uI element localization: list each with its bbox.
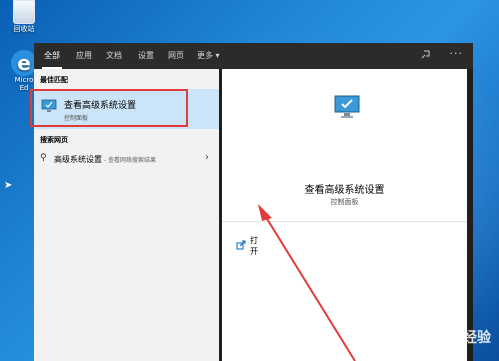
monitor-check-icon-large: [334, 95, 360, 123]
recycle-bin-icon: [13, 0, 35, 24]
web-result-text: 高级系统设置: [54, 155, 102, 164]
tab-settings[interactable]: 设置: [138, 43, 154, 69]
tab-documents[interactable]: 文档: [106, 43, 122, 69]
preview-pane: 查看高级系统设置 控制面板 打开: [222, 69, 467, 361]
tab-more[interactable]: 更多 ▾: [197, 43, 220, 69]
web-search-result[interactable]: ⚲ 高级系统设置 - 查看网络搜索结果 ›: [34, 147, 219, 171]
chevron-right-icon[interactable]: ›: [205, 152, 209, 163]
web-result-hint: - 查看网络搜索结果: [102, 157, 156, 164]
best-match-heading: 最佳匹配: [40, 76, 68, 84]
recycle-bin-label: 回收站: [13, 25, 35, 33]
web-result-text-group: 高级系统设置 - 查看网络搜索结果: [54, 154, 156, 165]
watermark-text: Baidu 经验: [413, 330, 491, 346]
feedback-icon[interactable]: [421, 49, 431, 62]
open-label: 打开: [250, 236, 258, 256]
mouse-cursor-icon: ➤: [4, 180, 13, 191]
more-options-icon[interactable]: ···: [450, 47, 464, 60]
preview-divider: [222, 221, 467, 222]
tab-all[interactable]: 全部: [44, 43, 60, 69]
tab-web[interactable]: 网页: [168, 43, 184, 69]
preview-title: 查看高级系统设置: [304, 185, 385, 196]
open-icon: [236, 235, 246, 254]
search-tab-bar: 全部 应用 文档 设置 网页 更多 ▾ ···: [34, 43, 473, 69]
preview-subtitle: 控制面板: [330, 198, 359, 206]
annotation-highlight-box: [30, 89, 188, 127]
tab-apps[interactable]: 应用: [76, 43, 92, 69]
desktop-icon-recycle-bin[interactable]: 回收站: [4, 0, 44, 34]
web-search-heading: 搜索网页: [40, 136, 68, 144]
search-icon: ⚲: [40, 153, 47, 163]
